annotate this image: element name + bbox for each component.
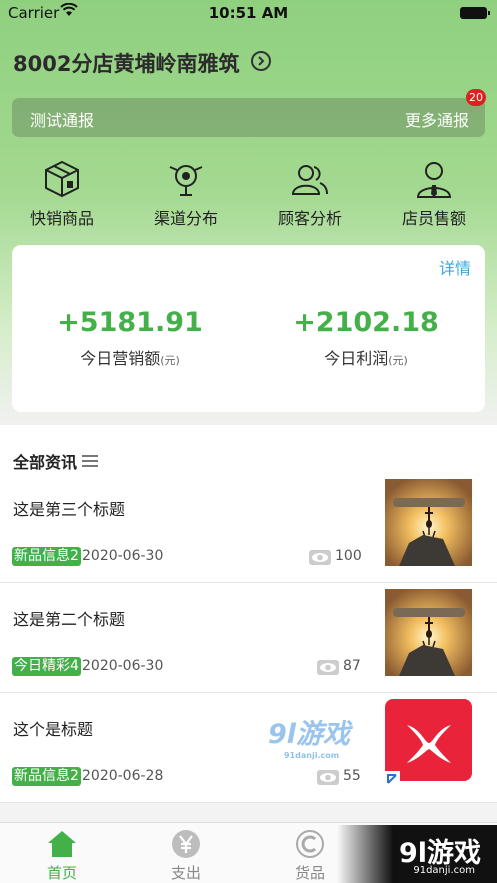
home-icon bbox=[0, 829, 124, 859]
quick-action-channels[interactable]: 渠道分布 bbox=[124, 158, 248, 229]
quick-action-label: 店员售额 bbox=[401, 209, 466, 228]
battery-icon bbox=[460, 7, 490, 19]
notice-bar[interactable]: 测试通报 更多通报 20 bbox=[12, 89, 486, 137]
today-summary-card: 详情 +5181.91 今日营销额(元) +2102.18 今日利润(元) bbox=[12, 245, 485, 412]
quick-action-fast-goods[interactable]: 快销商品 bbox=[0, 158, 124, 229]
news-tag: 今日精彩4 bbox=[12, 657, 81, 676]
news-views: 100 bbox=[335, 548, 362, 564]
chevron-right-icon[interactable] bbox=[251, 51, 271, 71]
details-link[interactable]: 详情 bbox=[439, 255, 471, 279]
ant-log-thumbnail bbox=[385, 589, 472, 676]
tab-label: 支出 bbox=[170, 864, 201, 882]
news-date: 2020-06-30 bbox=[82, 658, 164, 674]
sales-metric: +5181.91 今日营销额(元) bbox=[12, 307, 248, 369]
eye-icon bbox=[309, 550, 331, 569]
news-title: 这是第二个标题 bbox=[13, 610, 126, 629]
news-item[interactable]: 这是第二个标题 今日精彩4 2020-06-30 87 bbox=[0, 583, 497, 693]
quick-action-label: 渠道分布 bbox=[153, 209, 218, 228]
news-date: 2020-06-30 bbox=[82, 548, 164, 564]
status-bar: Carrier 10:51 AM bbox=[0, 0, 497, 26]
profit-metric: +2102.18 今日利润(元) bbox=[248, 307, 484, 369]
news-date: 2020-06-28 bbox=[82, 768, 164, 784]
news-title: 这个是标题 bbox=[13, 720, 94, 739]
sales-unit: (元) bbox=[160, 354, 180, 367]
quick-action-label: 顾客分析 bbox=[277, 209, 342, 228]
tab-home[interactable]: 首页 bbox=[0, 829, 124, 883]
news-views: 55 bbox=[343, 768, 361, 784]
profit-label: 今日利润(元) bbox=[324, 349, 408, 368]
eye-icon bbox=[317, 770, 339, 789]
quick-action-label: 快销商品 bbox=[29, 209, 94, 228]
watermark-logo: 9l游戏 91danji.com bbox=[268, 719, 351, 760]
more-notices-link[interactable]: 更多通报 bbox=[405, 107, 469, 131]
sales-label: 今日营销额(元) bbox=[80, 349, 180, 368]
corner-watermark-logo: 9l游戏 91danji.com bbox=[337, 825, 497, 883]
quick-action-customers[interactable]: 顾客分析 bbox=[248, 158, 372, 229]
ant-log-thumbnail bbox=[385, 479, 472, 566]
menu-icon[interactable] bbox=[82, 452, 98, 471]
news-item[interactable]: 这是第三个标题 新品信息2 2020-06-30 100 bbox=[0, 473, 497, 583]
package-icon bbox=[0, 158, 124, 200]
clock: 10:51 AM bbox=[208, 4, 289, 22]
notice-text[interactable]: 测试通报 bbox=[30, 107, 94, 131]
news-heading: 全部资讯 bbox=[13, 453, 78, 472]
channel-icon bbox=[124, 158, 248, 200]
profit-value: +2102.18 bbox=[293, 307, 439, 338]
customers-icon bbox=[248, 158, 372, 200]
tab-expense[interactable]: 支出 bbox=[124, 829, 248, 883]
eye-icon bbox=[317, 660, 339, 679]
tab-label: 首页 bbox=[46, 864, 77, 882]
sales-value: +5181.91 bbox=[57, 307, 203, 338]
profit-unit: (元) bbox=[388, 354, 408, 367]
store-name[interactable]: 8002分店黄埔岭南雅筑 bbox=[13, 48, 239, 78]
news-title: 这是第三个标题 bbox=[13, 500, 126, 519]
notice-count-badge: 20 bbox=[466, 89, 486, 106]
yuan-icon bbox=[124, 829, 248, 859]
news-item[interactable]: 这个是标题 新品信息2 2020-06-28 55 bbox=[0, 693, 497, 803]
news-tag: 新品信息2 bbox=[12, 767, 81, 786]
news-tag: 新品信息2 bbox=[12, 547, 81, 566]
staff-icon bbox=[372, 158, 496, 200]
news-views: 87 bbox=[343, 658, 361, 674]
xmind-thumbnail bbox=[385, 699, 472, 786]
quick-action-staff-sales[interactable]: 店员售额 bbox=[372, 158, 496, 229]
